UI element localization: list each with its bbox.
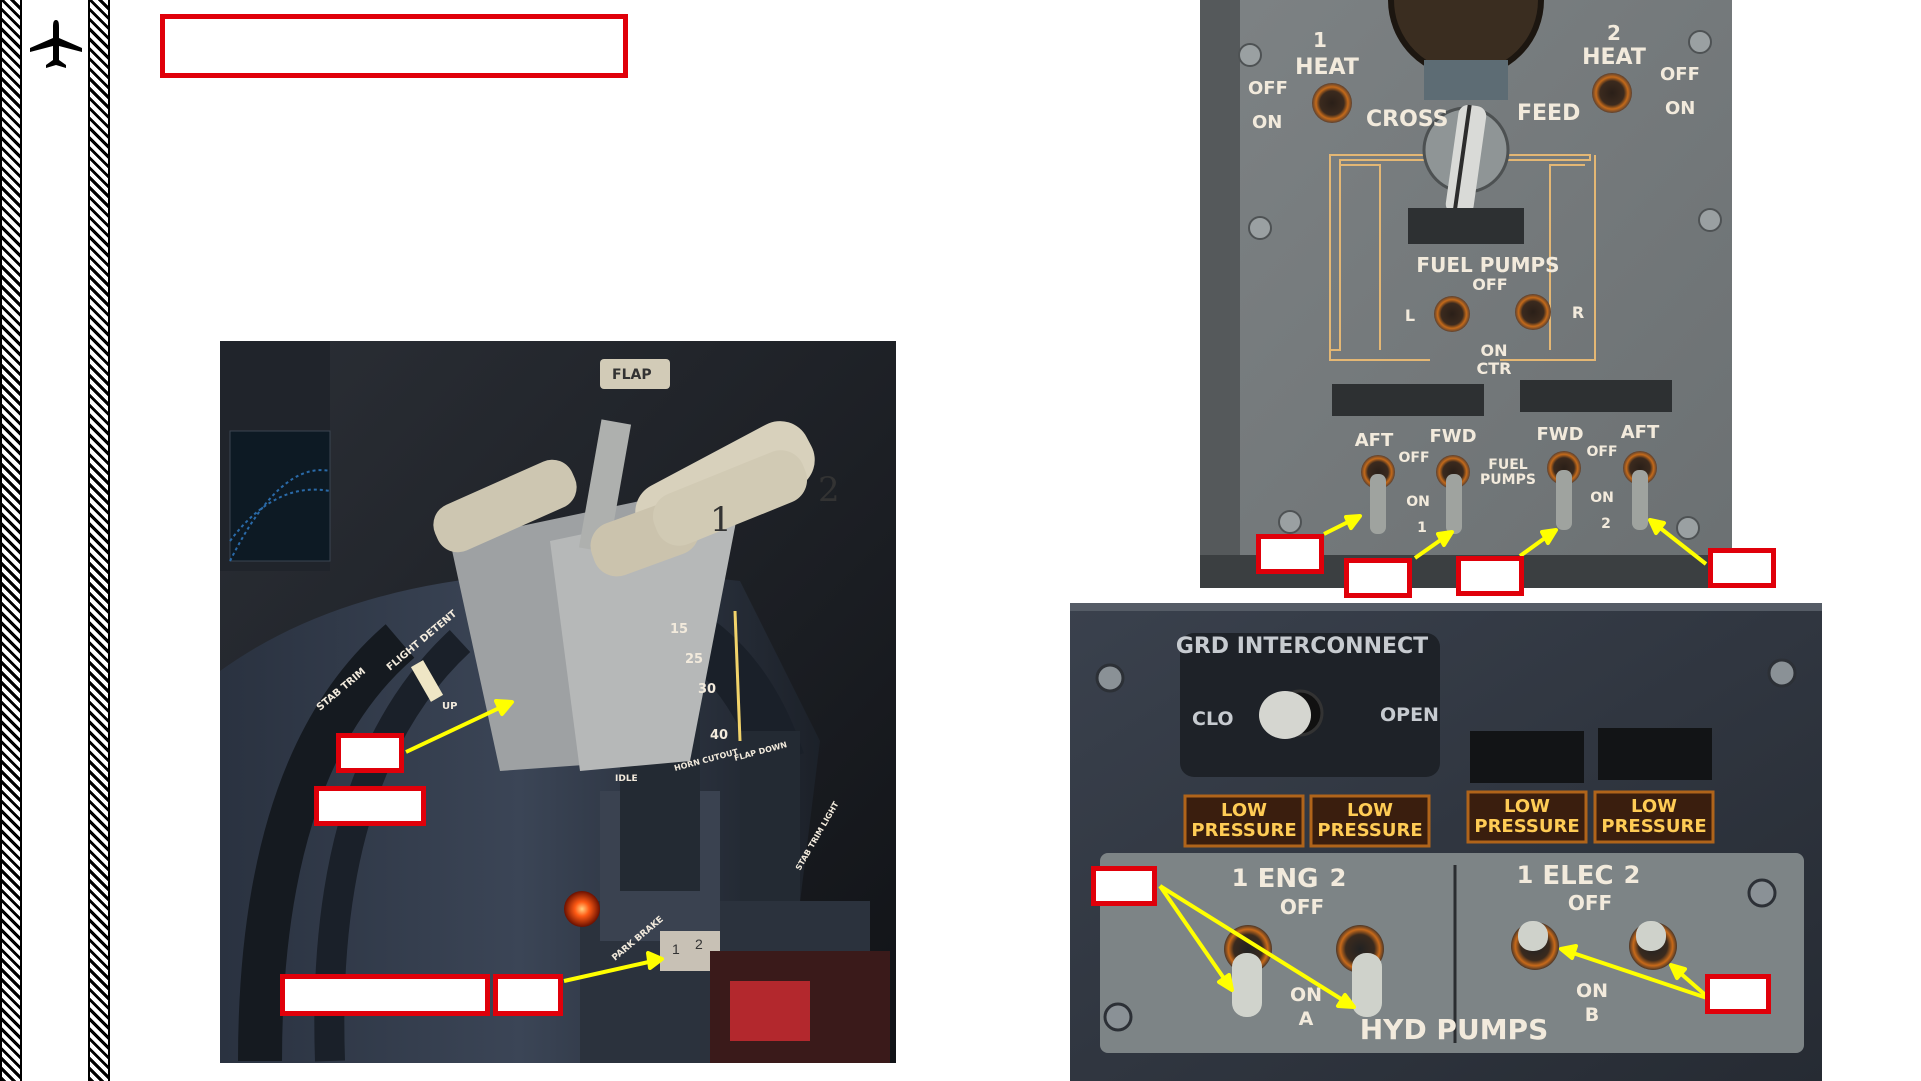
crossfeed-label-1: CROSS <box>1366 107 1449 132</box>
on-a-label-2: A <box>1299 1008 1314 1030</box>
heat2-label: HEAT <box>1582 45 1646 70</box>
elec-right-number: 2 <box>1624 861 1641 889</box>
fuel-pumps-small-1: FUEL <box>1488 457 1527 473</box>
airplane-icon <box>30 20 82 68</box>
callout-parking-brake-2 <box>493 974 563 1016</box>
on-right-label: ON <box>1590 490 1614 506</box>
heat2-on: ON <box>1665 98 1695 119</box>
low-pressure-3-line1: LOW <box>1504 796 1550 817</box>
on-left-label: ON <box>1406 494 1430 510</box>
eng-left-number: 1 <box>1232 864 1249 892</box>
flap-label: FLAP <box>612 367 652 383</box>
low-pressure-1-line1: LOW <box>1221 800 1267 821</box>
grd-open-label: OPEN <box>1380 704 1439 726</box>
lever-number-1: 1 <box>710 500 732 540</box>
off-left-label: OFF <box>1398 450 1429 466</box>
num-right-label: 2 <box>1601 516 1611 532</box>
fwd1-label: FWD <box>1429 426 1476 447</box>
low-pressure-2-line1: LOW <box>1347 800 1393 821</box>
idle-label: IDLE <box>615 774 638 784</box>
heat2-number: 2 <box>1607 21 1621 45</box>
eng-label: ENG <box>1258 864 1319 894</box>
fuel-lever-number-2: 2 <box>695 936 703 952</box>
callout-elec-hyd-pumps <box>1705 974 1771 1014</box>
throttle-quadrant-photo: FLAP 1 2 FLIGHT DETENT UP STAB TRIM 15 2… <box>220 341 896 1063</box>
low-pressure-4-line2: PRESSURE <box>1601 816 1706 837</box>
on-a-label-1: ON <box>1290 984 1322 1006</box>
sidebar-stripe-right <box>88 0 110 1081</box>
eng-off-label: OFF <box>1280 895 1324 919</box>
lever-number-2: 2 <box>818 470 840 510</box>
fuel-lever-number-1: 1 <box>672 941 680 957</box>
aft2-label: AFT <box>1621 422 1660 443</box>
elec-left-number: 1 <box>1517 861 1534 889</box>
hyd-pumps-label: HYD PUMPS <box>1360 1013 1549 1046</box>
on-b-label-2: B <box>1585 1004 1599 1026</box>
callout-fuel-fwd1 <box>1344 558 1412 598</box>
heat1-off: OFF <box>1248 78 1288 99</box>
aft1-label: AFT <box>1355 430 1394 451</box>
fuel-pumps-small-2: PUMPS <box>1480 472 1536 488</box>
grd-close-label: CLO <box>1192 708 1234 730</box>
low-pressure-3-line2: PRESSURE <box>1474 816 1579 837</box>
elec-off-label: OFF <box>1568 891 1612 915</box>
heat1-label: HEAT <box>1295 55 1359 80</box>
low-pressure-2-line2: PRESSURE <box>1317 820 1422 841</box>
callout-fuel-aft1 <box>1256 534 1324 574</box>
callout-eng-hyd-pumps <box>1091 866 1157 906</box>
fuel-pumps-title: FUEL PUMPS <box>1416 253 1559 277</box>
center-right-label: R <box>1572 303 1584 322</box>
callout-speedbrake-label <box>314 786 426 826</box>
grd-interconnect-label: GRD INTERCONNECT <box>1176 634 1428 659</box>
num-left-label: 1 <box>1417 520 1427 536</box>
flap-scale-25: 25 <box>685 652 703 667</box>
on-b-label-1: ON <box>1576 980 1608 1002</box>
callout-fuel-aft2 <box>1708 548 1776 588</box>
eng-right-number: 2 <box>1330 864 1347 892</box>
flap-scale-30: 30 <box>698 682 716 697</box>
fwd2-label: FWD <box>1536 424 1583 445</box>
crossfeed-label-2: FEED <box>1517 101 1580 126</box>
title-callout <box>160 14 628 78</box>
center-pumps-off: OFF <box>1472 275 1507 294</box>
on-ctr-label-1: ON <box>1481 341 1508 360</box>
heat1-number: 1 <box>1313 28 1327 52</box>
elec-label: ELEC <box>1542 861 1613 891</box>
flap-scale-15: 15 <box>670 622 688 637</box>
heat1-on: ON <box>1252 112 1282 133</box>
center-left-label: L <box>1405 306 1415 325</box>
up-label: UP <box>442 701 457 712</box>
fuel-panel-photo: 1 HEAT OFF ON 2 HEAT OFF ON CROSS FEED F… <box>1200 0 1732 588</box>
heat2-off: OFF <box>1660 64 1700 85</box>
off-right-label: OFF <box>1586 444 1617 460</box>
low-pressure-4-line1: LOW <box>1631 796 1677 817</box>
callout-fuel-fwd2 <box>1456 556 1524 596</box>
callout-speedbrake <box>336 733 404 773</box>
on-ctr-label-2: CTR <box>1477 359 1512 378</box>
callout-parking-brake <box>280 974 490 1016</box>
flap-scale-40: 40 <box>710 728 728 743</box>
sidebar-stripe-left <box>0 0 22 1081</box>
low-pressure-1-line2: PRESSURE <box>1191 820 1296 841</box>
